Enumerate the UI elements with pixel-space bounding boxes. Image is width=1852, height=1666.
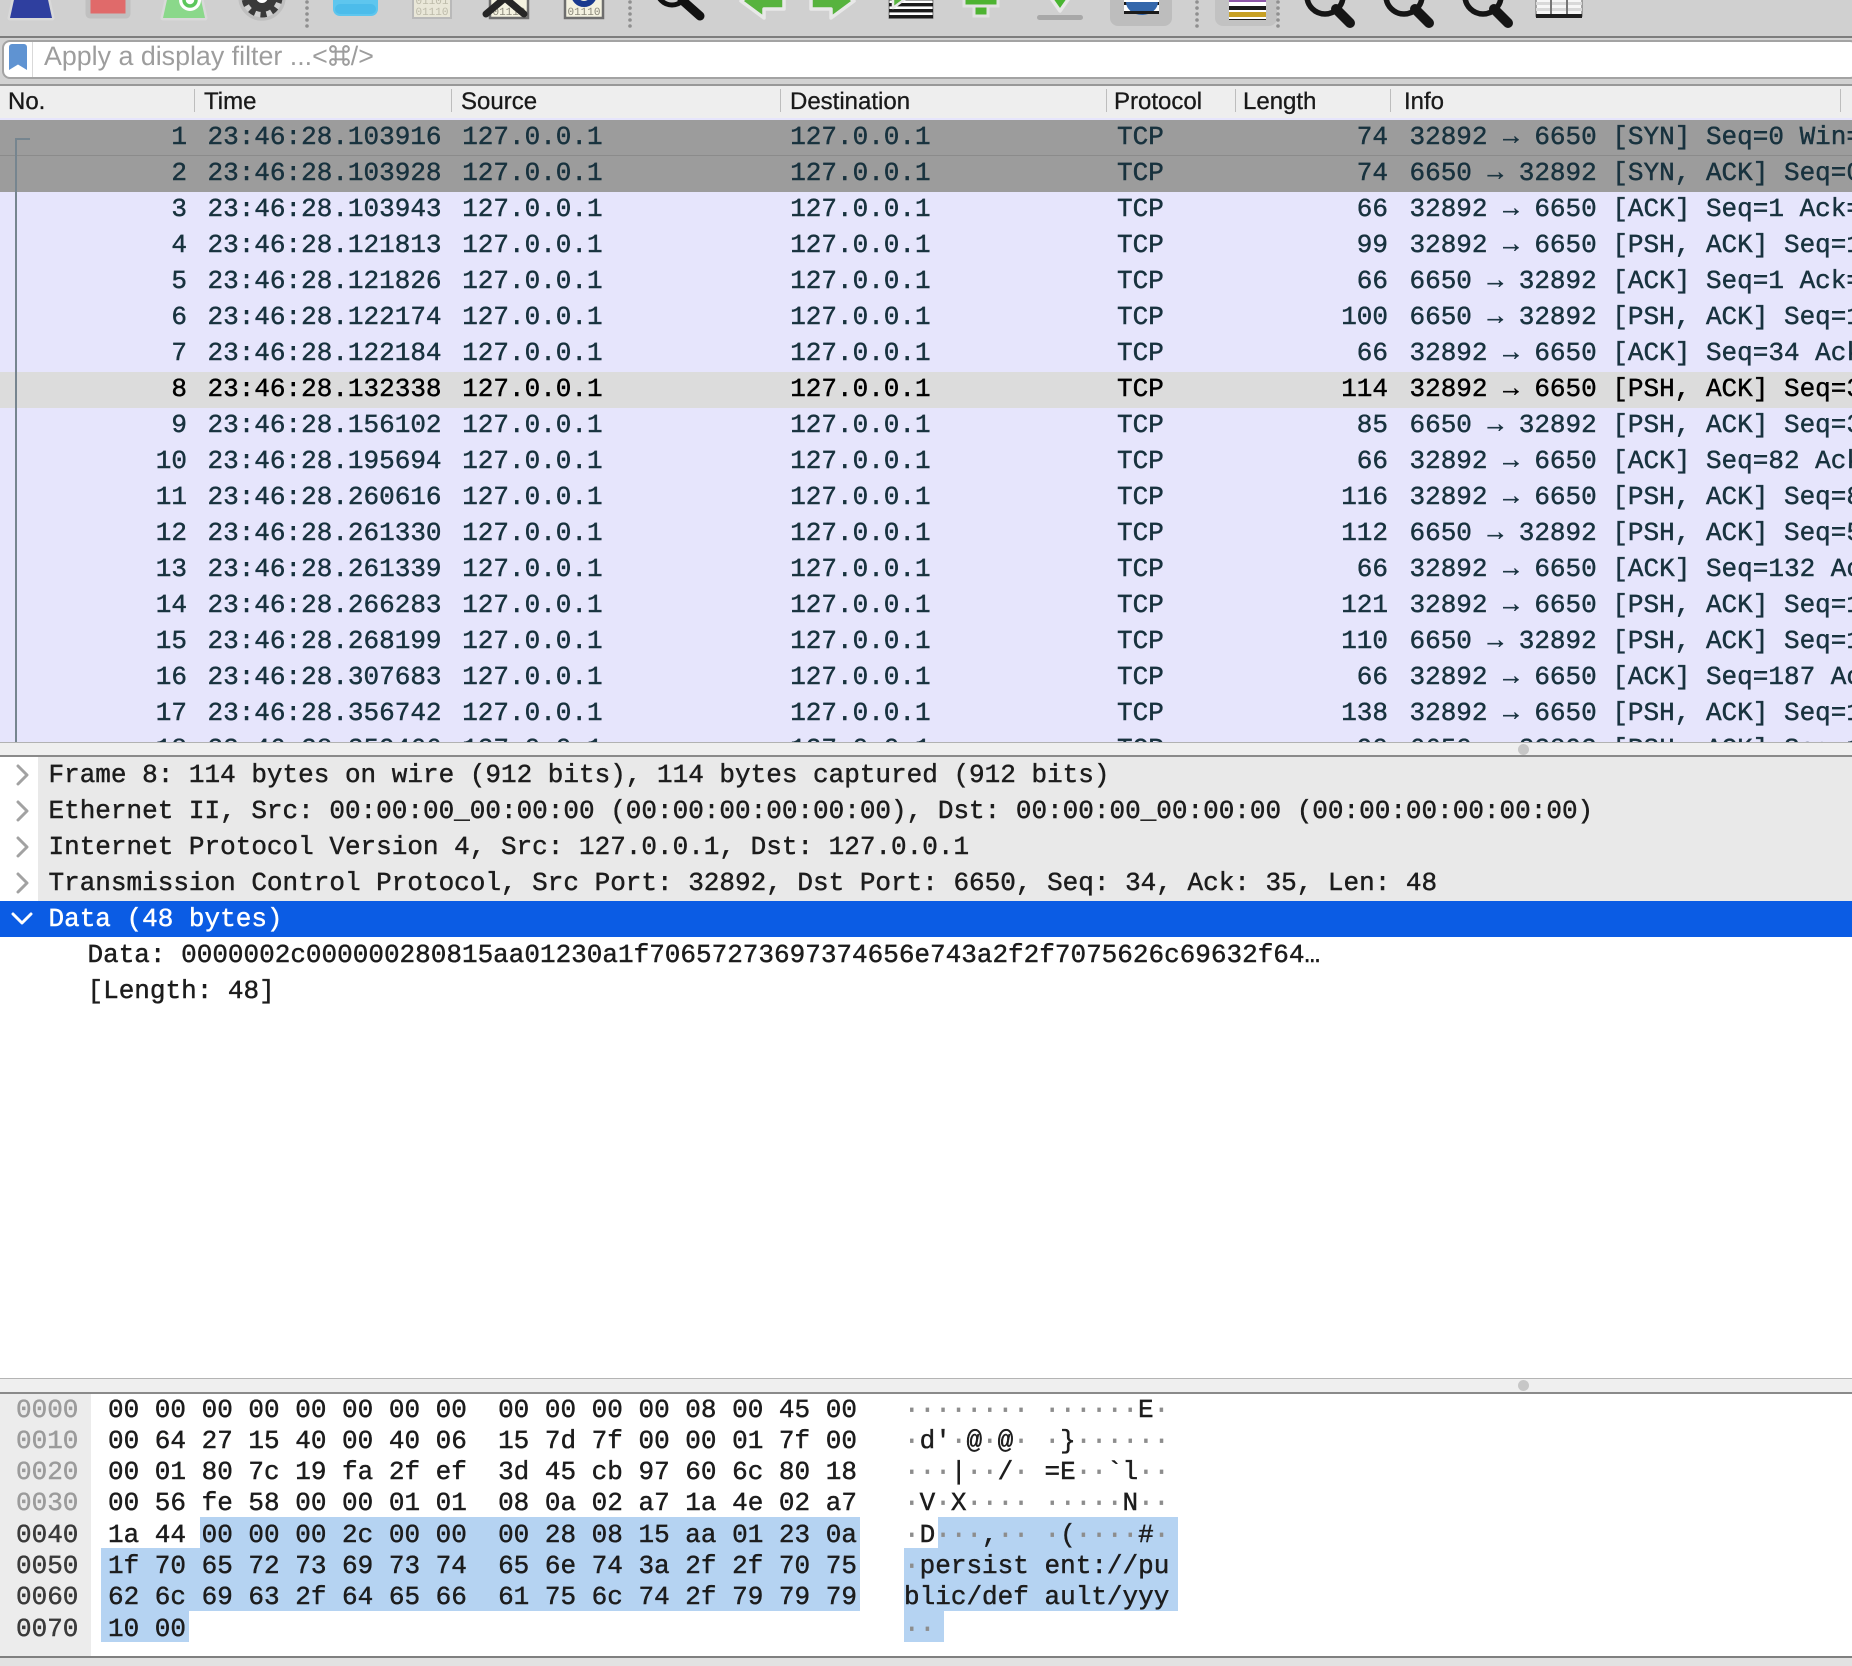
svg-text:01110: 01110 [415,7,448,19]
svg-text:01110: 01110 [567,7,600,19]
